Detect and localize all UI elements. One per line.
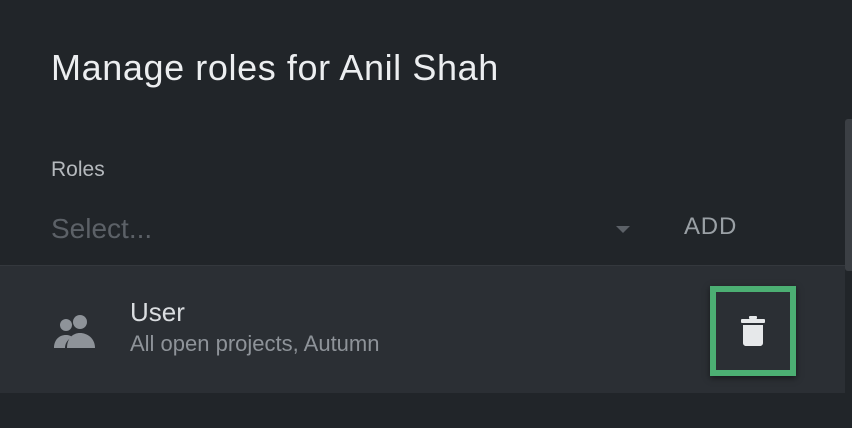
add-role-button[interactable]: ADD [672,206,749,248]
roles-select-placeholder: Select... [51,213,153,244]
role-name: User [130,297,185,327]
roles-label: Roles [51,158,105,181]
chevron-down-icon [616,226,630,233]
role-scope: All open projects, Autumn [130,331,380,356]
roles-select[interactable]: Select... [51,208,636,248]
dialog-title: Manage roles for Anil Shah [51,47,499,88]
role-list-item: User All open projects, Autumn [0,265,845,393]
scrollbar[interactable] [845,119,852,271]
trash-icon [741,316,765,346]
delete-role-button[interactable] [710,286,796,376]
people-icon [54,315,95,348]
manage-roles-dialog: Manage roles for Anil Shah Roles Select.… [0,0,852,428]
